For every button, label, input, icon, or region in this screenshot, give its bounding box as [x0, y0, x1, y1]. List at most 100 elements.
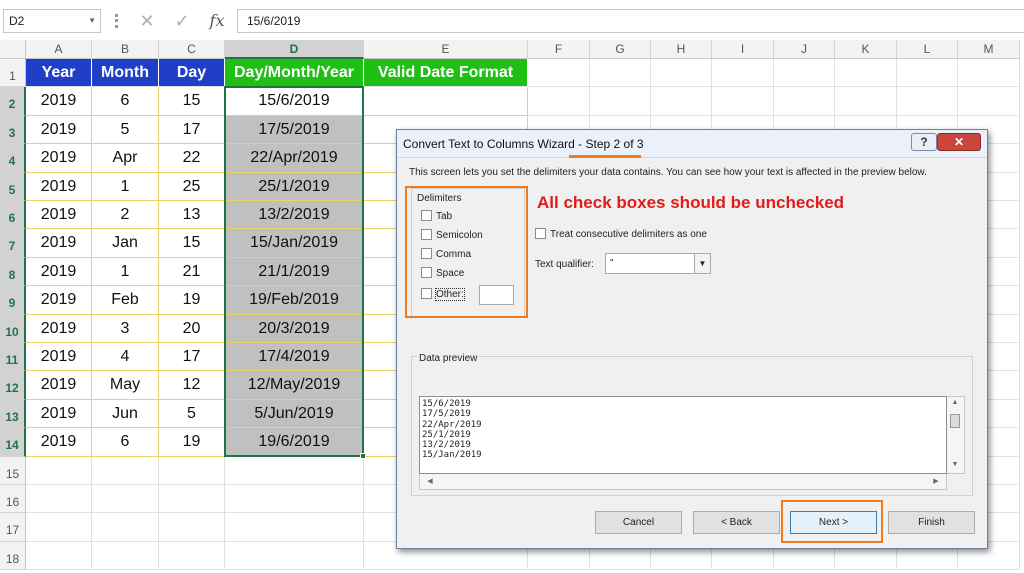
row-header[interactable]: 3 [0, 115, 26, 145]
year-cell[interactable]: 2019 [26, 399, 92, 429]
empty-cell[interactable] [225, 456, 364, 485]
date-cell[interactable]: 25/1/2019 [225, 172, 364, 201]
year-cell[interactable]: 2019 [26, 428, 92, 457]
year-cell[interactable]: 2019 [26, 87, 92, 116]
empty-cell[interactable] [26, 456, 92, 485]
column-header[interactable]: C [159, 40, 225, 59]
close-button[interactable]: ✕ [937, 133, 981, 151]
year-cell[interactable]: 2019 [26, 314, 92, 343]
year-cell[interactable]: 2019 [26, 229, 92, 258]
cancel-button[interactable]: Cancel [595, 511, 682, 534]
row-header[interactable]: 10 [0, 314, 26, 343]
scroll-up-icon[interactable]: ▲ [947, 399, 963, 406]
month-cell[interactable]: Jan [92, 229, 159, 258]
finish-button[interactable]: Finish [888, 511, 975, 534]
month-cell[interactable]: May [92, 371, 159, 400]
row-header[interactable]: 18 [0, 541, 26, 571]
name-box[interactable]: D2 ▼ [3, 9, 101, 33]
empty-cell[interactable] [92, 456, 159, 485]
empty-cell[interactable] [590, 87, 651, 116]
year-cell[interactable]: 2019 [26, 144, 92, 173]
date-cell[interactable]: 21/1/2019 [225, 257, 364, 287]
day-cell[interactable]: 19 [159, 286, 225, 315]
row-header[interactable]: 4 [0, 144, 26, 173]
empty-cell[interactable] [159, 485, 225, 514]
month-cell[interactable]: 4 [92, 343, 159, 372]
day-cell[interactable]: 25 [159, 172, 225, 201]
column-header[interactable]: F [528, 40, 590, 59]
date-cell[interactable]: 17/4/2019 [225, 343, 364, 372]
month-cell[interactable]: Apr [92, 144, 159, 173]
day-cell[interactable]: 15 [159, 87, 225, 116]
scroll-right-icon[interactable]: ▶ [928, 477, 944, 485]
header-cell-year[interactable]: Year [26, 59, 92, 88]
fill-handle[interactable] [360, 452, 366, 459]
empty-cell[interactable] [26, 485, 92, 514]
column-header[interactable]: K [835, 40, 897, 59]
insert-function-icon[interactable]: fx [204, 9, 230, 33]
month-cell[interactable]: Jun [92, 399, 159, 429]
cancel-icon[interactable]: ✕ [134, 9, 160, 33]
empty-cell[interactable] [92, 541, 159, 571]
date-cell[interactable]: 5/Jun/2019 [225, 399, 364, 429]
day-cell[interactable]: 13 [159, 201, 225, 230]
empty-cell[interactable] [590, 59, 651, 88]
empty-cell[interactable] [26, 541, 92, 571]
day-cell[interactable]: 12 [159, 371, 225, 400]
empty-cell[interactable] [651, 87, 712, 116]
column-header[interactable]: J [774, 40, 835, 59]
empty-cell[interactable] [835, 87, 897, 116]
month-cell[interactable]: 5 [92, 115, 159, 145]
resize-handle[interactable] [115, 14, 118, 28]
header-cell-day[interactable]: Day [159, 59, 225, 88]
row-header[interactable]: 16 [0, 485, 26, 514]
row-header[interactable]: 2 [0, 87, 26, 116]
empty-cell[interactable] [92, 485, 159, 514]
row-header[interactable]: 11 [0, 343, 26, 372]
empty-cell[interactable] [712, 87, 774, 116]
empty-cell[interactable] [528, 59, 590, 88]
empty-cell[interactable] [528, 87, 590, 116]
day-cell[interactable]: 21 [159, 257, 225, 287]
day-cell[interactable]: 19 [159, 428, 225, 457]
text-qualifier-select[interactable]: " ▼ [605, 253, 711, 274]
year-cell[interactable]: 2019 [26, 115, 92, 145]
empty-cell[interactable] [897, 59, 958, 88]
month-cell[interactable]: 1 [92, 257, 159, 287]
date-cell[interactable]: 19/Feb/2019 [225, 286, 364, 315]
select-all-corner[interactable] [0, 40, 26, 59]
empty-cell[interactable] [774, 59, 835, 88]
empty-cell[interactable] [159, 456, 225, 485]
month-cell[interactable]: 6 [92, 428, 159, 457]
empty-cell[interactable] [897, 87, 958, 116]
enter-icon[interactable]: ✓ [169, 9, 195, 33]
empty-cell[interactable] [712, 59, 774, 88]
empty-cell[interactable] [225, 485, 364, 514]
scrollbar-thumb[interactable] [950, 414, 960, 428]
row-header[interactable]: 5 [0, 172, 26, 201]
year-cell[interactable]: 2019 [26, 343, 92, 372]
header-cell-valid-date-format[interactable]: Valid Date Format [364, 59, 528, 88]
formula-input[interactable]: 15/6/2019 [237, 9, 1024, 33]
row-header[interactable]: 6 [0, 201, 26, 230]
day-cell[interactable]: 22 [159, 144, 225, 173]
month-cell[interactable]: 1 [92, 172, 159, 201]
empty-cell[interactable] [835, 59, 897, 88]
year-cell[interactable]: 2019 [26, 371, 92, 400]
empty-cell[interactable] [774, 87, 835, 116]
date-cell[interactable]: 13/2/2019 [225, 201, 364, 230]
column-header[interactable]: A [26, 40, 92, 59]
date-cell[interactable]: 19/6/2019 [225, 428, 364, 457]
scroll-left-icon[interactable]: ◀ [422, 477, 438, 485]
row-header[interactable]: 7 [0, 229, 26, 258]
year-cell[interactable]: 2019 [26, 286, 92, 315]
valid-date-cell[interactable] [364, 87, 528, 116]
date-cell[interactable]: 15/Jan/2019 [225, 229, 364, 258]
empty-cell[interactable] [958, 59, 1020, 88]
column-header[interactable]: I [712, 40, 774, 59]
column-header[interactable]: M [958, 40, 1020, 59]
day-cell[interactable]: 17 [159, 115, 225, 145]
row-header[interactable]: 12 [0, 371, 26, 400]
empty-cell[interactable] [26, 513, 92, 542]
empty-cell[interactable] [225, 541, 364, 571]
